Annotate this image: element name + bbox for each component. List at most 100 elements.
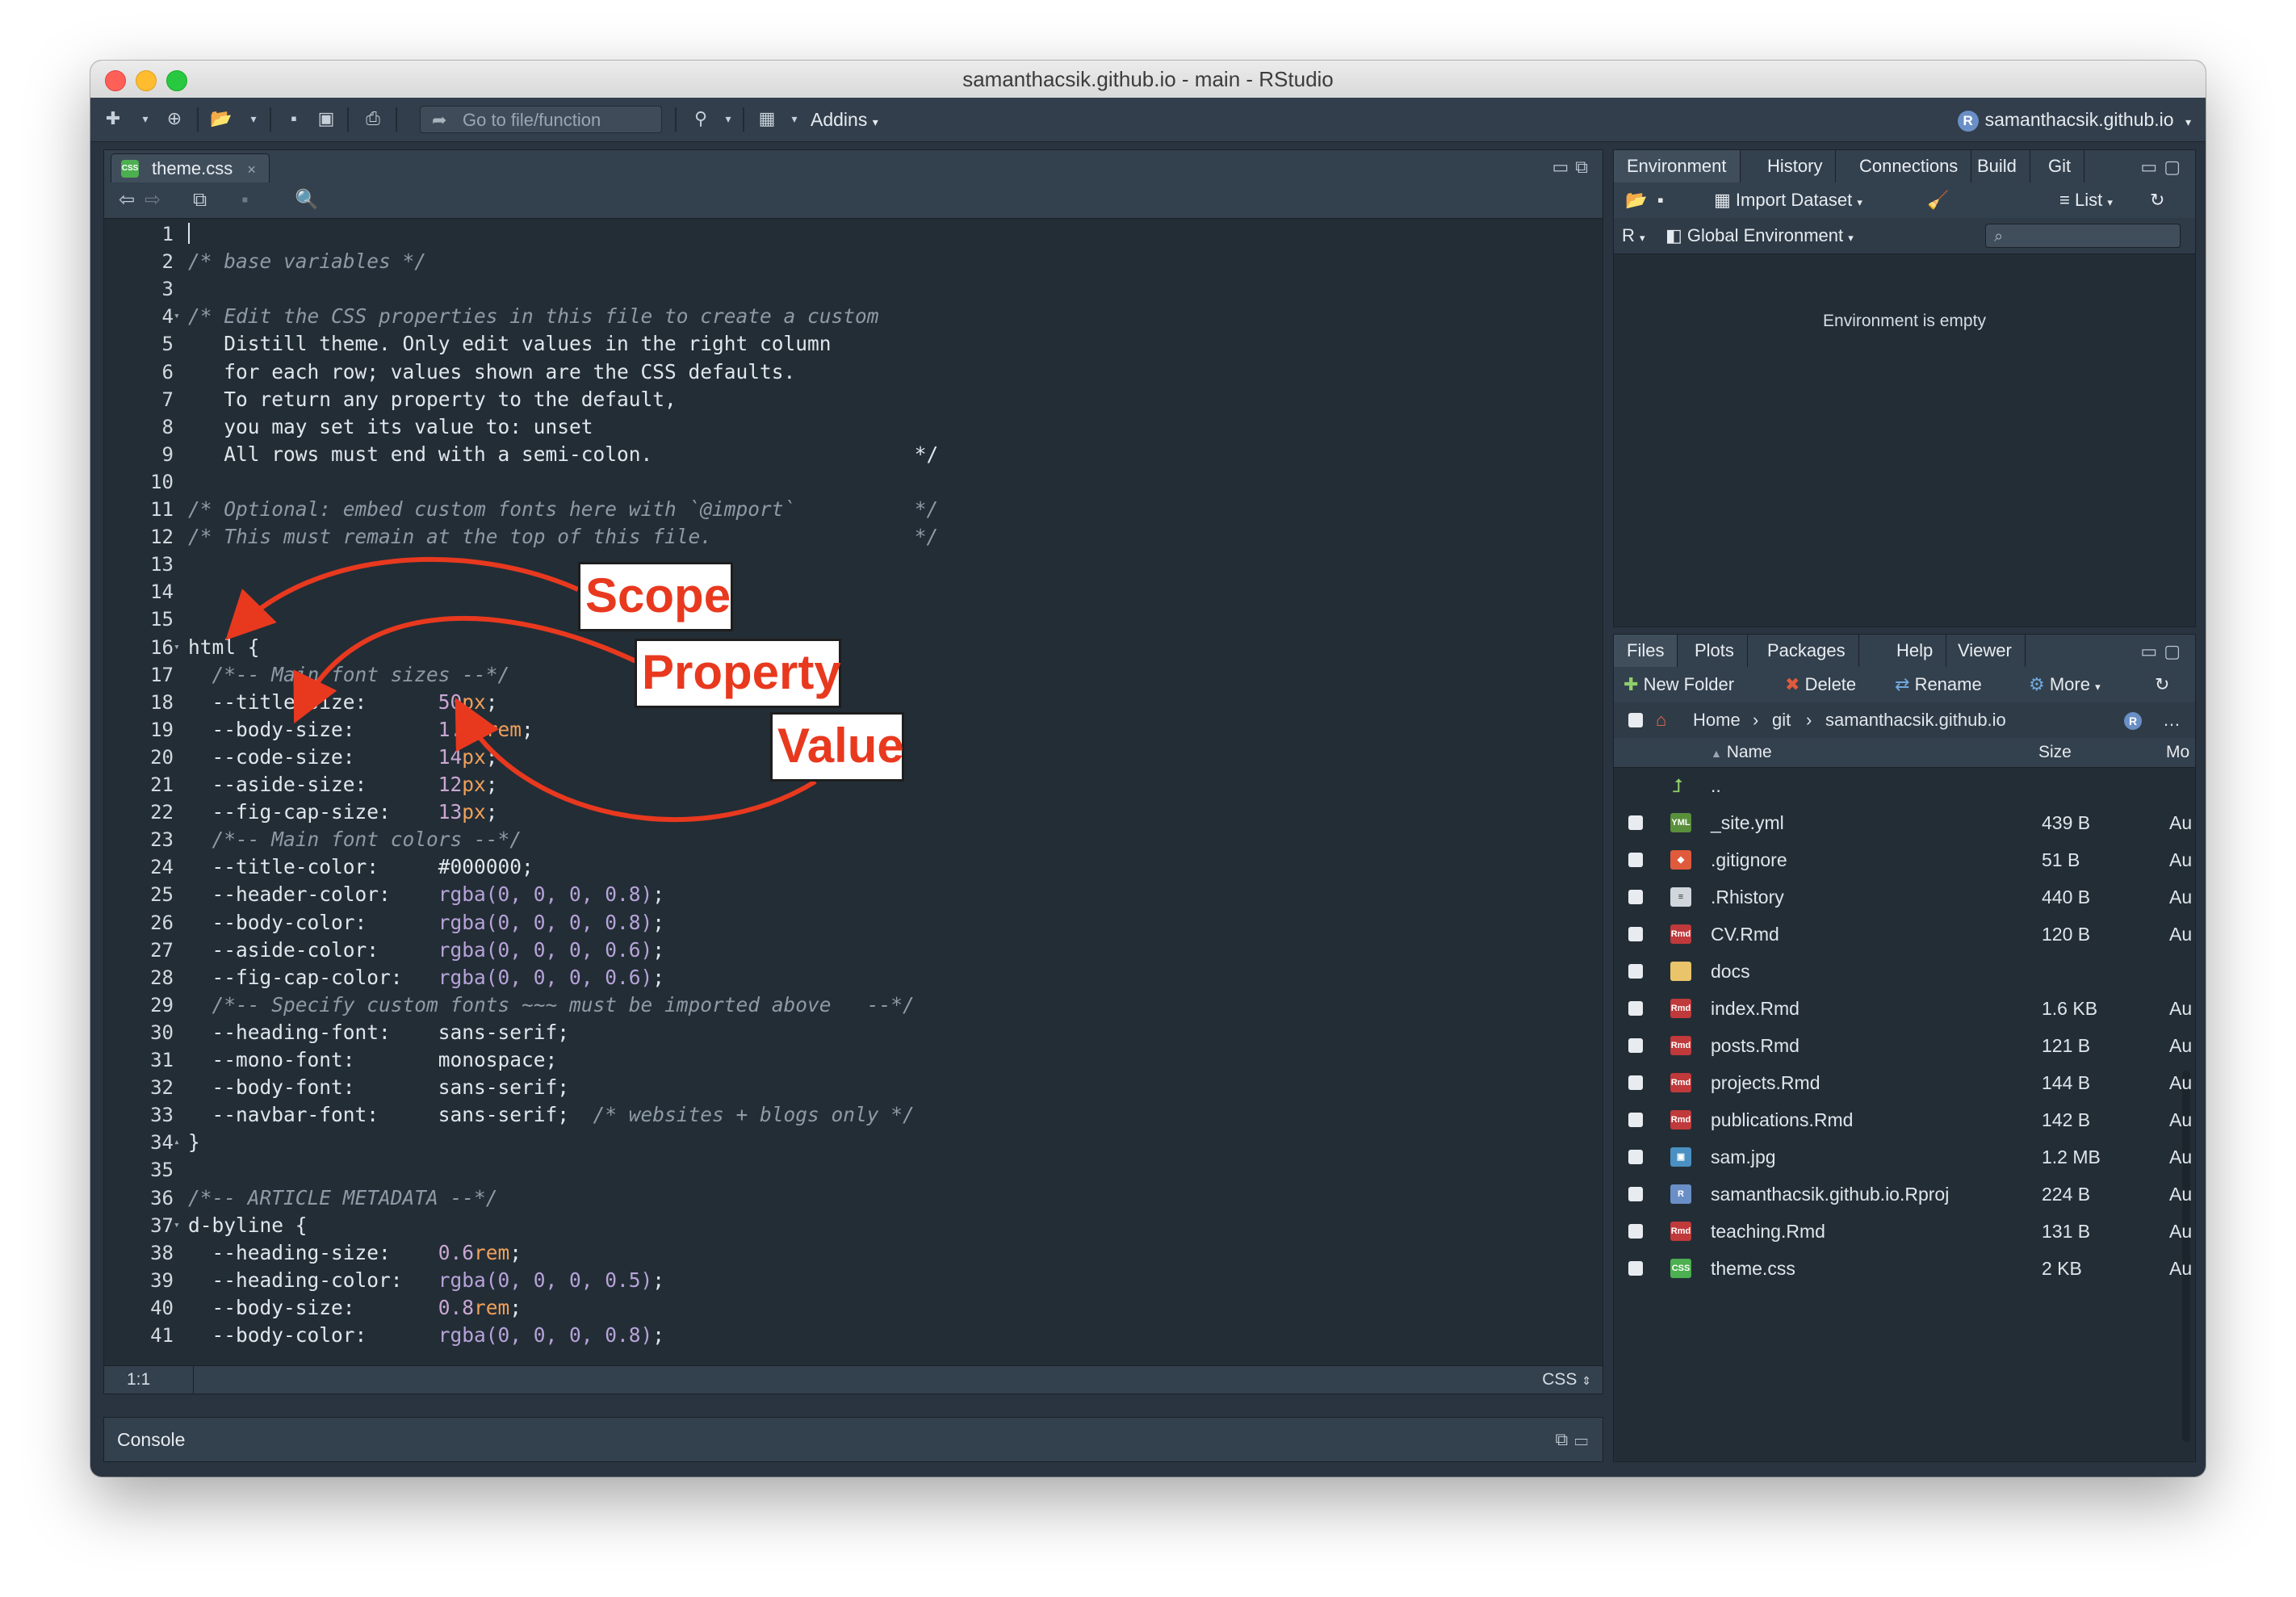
- tab-build[interactable]: Build: [1964, 150, 2030, 182]
- file-name[interactable]: projects.Rmd: [1711, 1064, 1820, 1101]
- save-file-icon[interactable]: ▪: [241, 189, 249, 212]
- list-item[interactable]: ⮥..: [1614, 767, 2195, 804]
- list-item[interactable]: YML _site.yml 439 B Au: [1614, 804, 2195, 841]
- go-to-file-input[interactable]: ➦ Go to file/function: [420, 106, 662, 133]
- language-selector[interactable]: R ▾: [1622, 218, 1645, 256]
- fold-toggle-icon[interactable]: ▾: [174, 1212, 185, 1239]
- name-column-header[interactable]: ▲ Name: [1711, 738, 1772, 768]
- open-file-icon[interactable]: 📂: [208, 107, 234, 131]
- file-name[interactable]: .gitignore: [1711, 841, 1787, 878]
- forward-icon[interactable]: ⇨: [145, 189, 161, 212]
- files-window-controls[interactable]: ▭▢: [2140, 641, 2187, 662]
- version-control-icon[interactable]: ⚲: [688, 107, 714, 131]
- size-column-header[interactable]: Size: [2038, 738, 2072, 767]
- save-icon[interactable]: ▪: [281, 107, 307, 131]
- tab-plots[interactable]: Plots: [1682, 635, 1748, 667]
- file-name[interactable]: _site.yml: [1711, 804, 1784, 841]
- file-checkbox[interactable]: [1628, 1113, 1643, 1127]
- pane-layout-dropdown-icon[interactable]: ▾: [781, 107, 807, 131]
- tab-help[interactable]: Help: [1883, 635, 1947, 667]
- clear-broom-icon[interactable]: 🧹: [1927, 182, 1949, 218]
- vcs-dropdown-icon[interactable]: ▾: [715, 107, 741, 131]
- print-icon[interactable]: ⎙: [360, 107, 386, 131]
- save-workspace-icon[interactable]: ▪: [1657, 182, 1664, 218]
- home-icon[interactable]: ⌂: [1656, 702, 1666, 738]
- rename-button[interactable]: ⇄ Rename: [1895, 667, 1982, 702]
- file-checkbox[interactable]: [1628, 853, 1643, 867]
- tab-git[interactable]: Git: [2035, 150, 2085, 182]
- crumb-git[interactable]: git: [1772, 702, 1791, 738]
- file-checkbox[interactable]: [1628, 1038, 1643, 1053]
- tab-connections[interactable]: Connections: [1846, 150, 1972, 182]
- import-dataset-button[interactable]: ▦ Import Dataset ▾: [1714, 182, 1862, 220]
- list-item[interactable]: docs: [1614, 953, 2195, 990]
- list-item[interactable]: Rsamanthacsik.github.io.Rproj 224 B Au: [1614, 1176, 2195, 1213]
- save-all-icon[interactable]: ▣: [313, 107, 339, 131]
- file-name[interactable]: index.Rmd: [1711, 990, 1800, 1027]
- list-item[interactable]: Rmd publications.Rmd 142 B Au: [1614, 1101, 2195, 1138]
- crumb-home[interactable]: Home: [1693, 702, 1741, 738]
- refresh-env-icon[interactable]: ↻: [2150, 182, 2164, 218]
- list-item[interactable]: ◆ .gitignore 51 B Au: [1614, 841, 2195, 878]
- new-file-dropdown-icon[interactable]: ▾: [132, 107, 158, 131]
- file-name[interactable]: publications.Rmd: [1711, 1101, 1853, 1138]
- fold-toggle-icon[interactable]: ▴: [174, 1129, 185, 1156]
- project-menu[interactable]: Rsamanthacsik.github.io ▾: [1957, 106, 2191, 133]
- file-name[interactable]: posts.Rmd: [1711, 1027, 1800, 1064]
- env-search-input[interactable]: ⌕: [1985, 224, 2181, 248]
- file-checkbox[interactable]: [1628, 927, 1643, 941]
- show-in-window-icon[interactable]: ⧉: [193, 189, 207, 212]
- refresh-files-icon[interactable]: ↻: [2155, 667, 2169, 702]
- file-checkbox[interactable]: [1628, 1187, 1643, 1201]
- fold-toggle-icon[interactable]: ▾: [174, 303, 185, 330]
- tab-theme-css[interactable]: CSS theme.css ×: [111, 153, 270, 183]
- file-type-selector[interactable]: CSS ⇕: [1542, 1366, 1591, 1394]
- fold-toggle-icon[interactable]: ▾: [174, 634, 185, 661]
- crumb-project[interactable]: samanthacsik.github.io: [1825, 702, 2006, 738]
- back-icon[interactable]: ⇦: [119, 189, 135, 212]
- fold-toggle-icon[interactable]: ▴: [174, 1349, 185, 1352]
- file-name[interactable]: docs: [1711, 953, 1750, 990]
- file-name[interactable]: sam.jpg: [1711, 1138, 1776, 1176]
- file-name[interactable]: teaching.Rmd: [1711, 1213, 1825, 1250]
- file-checkbox[interactable]: [1628, 815, 1643, 830]
- new-folder-button[interactable]: ✚ New Folder: [1624, 667, 1734, 702]
- list-item[interactable]: Rmd CV.Rmd 120 B Au: [1614, 916, 2195, 953]
- file-name[interactable]: CV.Rmd: [1711, 916, 1779, 953]
- env-scope-selector[interactable]: ◧ Global Environment ▾: [1665, 218, 1854, 256]
- list-item[interactable]: Rmd posts.Rmd 121 B Au: [1614, 1027, 2195, 1064]
- list-item[interactable]: ≡ .Rhistory 440 B Au: [1614, 878, 2195, 916]
- file-name[interactable]: theme.css: [1711, 1250, 1795, 1287]
- file-checkbox[interactable]: [1628, 1001, 1643, 1016]
- list-item[interactable]: CSS theme.css 2 KB Au: [1614, 1250, 2195, 1287]
- console-pane[interactable]: Console ⧉▭: [103, 1417, 1603, 1462]
- find-replace-icon[interactable]: 🔍: [295, 189, 319, 212]
- file-checkbox[interactable]: [1628, 964, 1643, 979]
- file-checkbox[interactable]: [1628, 1075, 1643, 1090]
- pane-layout-icon[interactable]: ▦: [754, 107, 780, 131]
- tab-history[interactable]: History: [1754, 150, 1837, 182]
- tab-files[interactable]: Files: [1614, 635, 1678, 667]
- file-checkbox[interactable]: [1628, 890, 1643, 904]
- file-checkbox[interactable]: [1628, 1261, 1643, 1276]
- list-item[interactable]: Rmd index.Rmd 1.6 KB Au: [1614, 990, 2195, 1027]
- file-checkbox[interactable]: [1628, 1224, 1643, 1239]
- file-name[interactable]: .Rhistory: [1711, 878, 1784, 916]
- file-name[interactable]: samanthacsik.github.io.Rproj: [1711, 1176, 1949, 1213]
- file-checkbox[interactable]: [1628, 1150, 1643, 1164]
- tab-packages[interactable]: Packages: [1754, 635, 1859, 667]
- open-recent-dropdown-icon[interactable]: ▾: [241, 107, 266, 131]
- delete-button[interactable]: ✖ Delete: [1785, 667, 1856, 702]
- console-window-controls[interactable]: ⧉▭: [1556, 1418, 1594, 1461]
- go-to-project-dir-icon[interactable]: R: [2124, 702, 2148, 738]
- list-item[interactable]: ▣ sam.jpg 1.2 MB Au: [1614, 1138, 2195, 1176]
- new-file-icon[interactable]: ✚: [100, 107, 126, 131]
- code-editor[interactable]: 1 2 3 4 ▾ 5 6 7 8 9 10 11 12 13 14 15 16 ▾ 17 18 19 20 21 22 23 2…: [104, 219, 1603, 1352]
- list-item[interactable]: Rmd teaching.Rmd 131 B Au: [1614, 1213, 2195, 1250]
- tab-viewer[interactable]: Viewer: [1945, 635, 2026, 667]
- env-window-controls[interactable]: ▭▢: [2140, 157, 2187, 178]
- modified-column-header[interactable]: Mo: [2166, 738, 2189, 767]
- more-path-icon[interactable]: …: [2163, 702, 2181, 738]
- tab-environment[interactable]: Environment: [1614, 150, 1741, 182]
- view-mode-button[interactable]: ≡ List ▾: [2059, 182, 2113, 220]
